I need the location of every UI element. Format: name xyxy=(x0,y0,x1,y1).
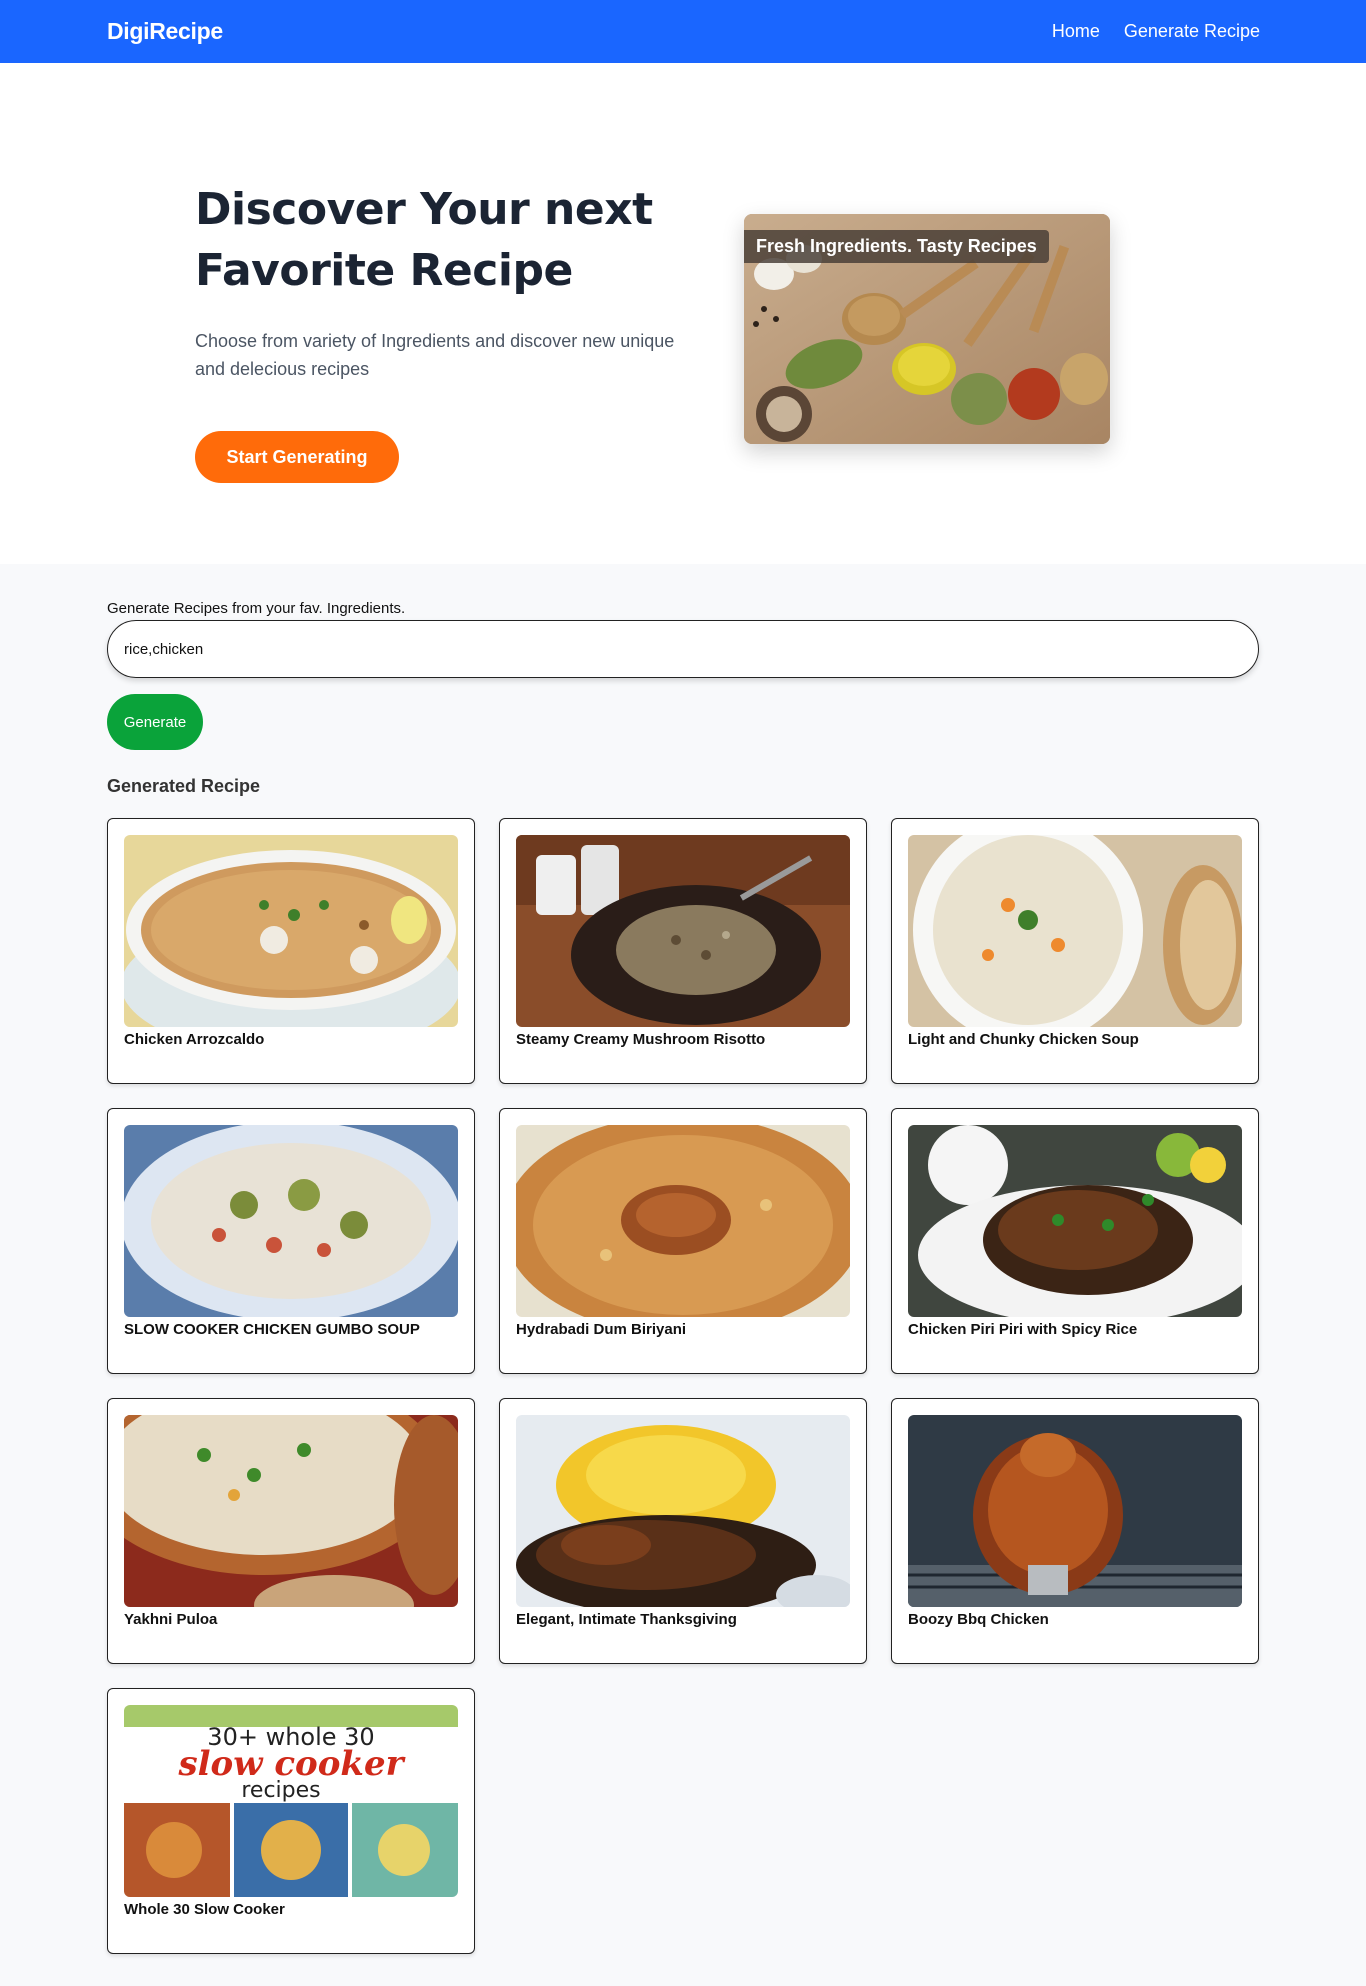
hero-subtitle: Choose from variety of Ingredients and d… xyxy=(195,331,675,379)
start-generating-button[interactable]: Start Generating xyxy=(195,431,399,483)
recipe-image xyxy=(124,835,458,1027)
hero-section: Discover Your next Favorite Recipe Choos… xyxy=(0,63,1366,564)
recipe-image xyxy=(516,1415,850,1607)
recipe-card[interactable]: Chicken Arrozcaldo xyxy=(107,818,475,1084)
ingredients-label: Generate Recipes from your fav. Ingredie… xyxy=(107,600,406,617)
recipe-card[interactable]: Elegant, Intimate Thanksgiving xyxy=(499,1398,867,1664)
recipe-title: SLOW COOKER CHICKEN GUMBO SOUP xyxy=(124,1321,420,1338)
brand-logo[interactable]: DigiRecipe xyxy=(107,18,223,45)
recipe-card[interactable]: 30+ whole 30 slow cooker recipes Whole 3… xyxy=(107,1688,475,1954)
recipe-image xyxy=(516,835,850,1027)
recipe-image: 30+ whole 30 slow cooker recipes xyxy=(124,1705,458,1897)
recipe-title: Hydrabadi Dum Biriyani xyxy=(516,1321,687,1338)
recipe-image xyxy=(516,1125,850,1317)
recipe-card[interactable]: Steamy Creamy Mushroom Risotto xyxy=(499,818,867,1084)
generated-recipe-heading: Generated Recipe xyxy=(107,776,261,796)
recipe-title: Whole 30 Slow Cooker xyxy=(124,1901,285,1918)
hero-title: Discover Your next Favorite Recipe xyxy=(195,184,653,296)
recipe-card[interactable]: Yakhni Puloa xyxy=(107,1398,475,1664)
recipe-card[interactable]: Chicken Piri Piri with Spicy Rice xyxy=(891,1108,1259,1374)
hero-image-caption: Fresh Ingredients. Tasty Recipes xyxy=(744,230,1049,263)
recipe-image xyxy=(124,1125,458,1317)
recipe-image xyxy=(908,1415,1242,1607)
hero-image: Fresh Ingredients. Tasty Recipes xyxy=(744,214,1110,444)
recipe-title: Chicken Arrozcaldo xyxy=(124,1031,265,1048)
nav-link-home[interactable]: Home xyxy=(1052,21,1100,42)
recipe-card[interactable]: SLOW COOKER CHICKEN GUMBO SOUP xyxy=(107,1108,475,1374)
navbar: DigiRecipe Home Generate Recipe xyxy=(0,0,1366,63)
recipe-grid: Chicken Arrozcaldo Steamy Creamy Mushroo… xyxy=(107,818,1259,1954)
recipe-card[interactable]: Boozy Bbq Chicken xyxy=(891,1398,1259,1664)
recipe-image xyxy=(124,1415,458,1607)
recipe-title: Light and Chunky Chicken Soup xyxy=(908,1031,1139,1048)
recipe-image xyxy=(908,1125,1242,1317)
recipe-title: Chicken Piri Piri with Spicy Rice xyxy=(908,1321,1138,1338)
recipe-title: Yakhni Puloa xyxy=(124,1611,218,1628)
nav-links: Home Generate Recipe xyxy=(1052,21,1260,42)
recipe-card[interactable]: Hydrabadi Dum Biriyani xyxy=(499,1108,867,1374)
recipe-title: Elegant, Intimate Thanksgiving xyxy=(516,1611,737,1628)
recipe-card[interactable]: Light and Chunky Chicken Soup xyxy=(891,818,1259,1084)
recipe-title: Boozy Bbq Chicken xyxy=(908,1611,1049,1628)
generate-button[interactable]: Generate xyxy=(107,694,203,750)
recipe-title: Steamy Creamy Mushroom Risotto xyxy=(516,1031,766,1048)
recipe-image xyxy=(908,835,1242,1027)
ingredients-input[interactable] xyxy=(107,620,1259,678)
nav-link-generate-recipe[interactable]: Generate Recipe xyxy=(1124,21,1260,42)
promo-line-3: recipes xyxy=(241,1778,320,1803)
generator-section: Generate Recipes from your fav. Ingredie… xyxy=(0,564,1366,1986)
